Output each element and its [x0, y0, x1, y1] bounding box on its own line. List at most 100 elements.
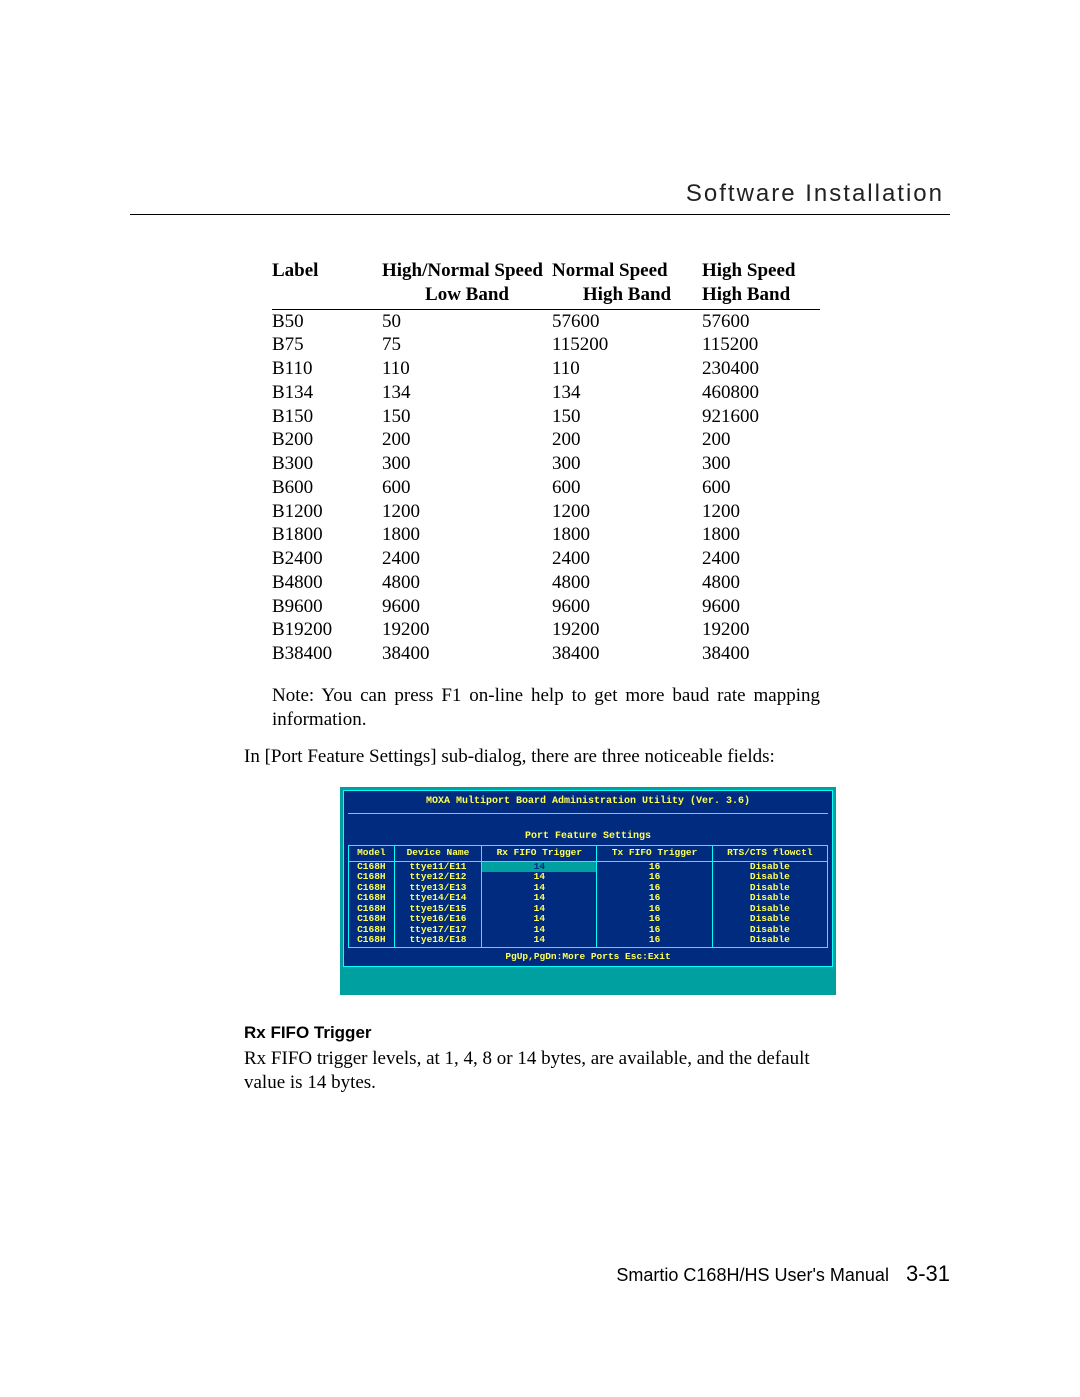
table-cell: B600 — [272, 476, 382, 500]
table-cell: B200 — [272, 428, 382, 452]
table-cell: 300 — [702, 452, 820, 476]
table-row: B134134134460800 — [272, 381, 820, 405]
table-cell: 134 — [552, 381, 702, 405]
table-row: B19200192001920019200 — [272, 618, 820, 642]
table-row: B7575115200115200 — [272, 333, 820, 357]
table-cell: B9600 — [272, 595, 382, 619]
table-cell: B50 — [272, 309, 382, 333]
th-label: Label — [272, 259, 382, 283]
section-rx-fifo-title: Rx FIFO Trigger — [244, 1023, 950, 1043]
baud-rate-table: Label High/Normal Speed Normal Speed Hig… — [272, 259, 820, 666]
table-cell: 57600 — [702, 309, 820, 333]
table-row: B4800480048004800 — [272, 571, 820, 595]
table-cell: B75 — [272, 333, 382, 357]
terminal-row: C168Httye16/E161416Disable — [349, 914, 828, 924]
table-cell: 110 — [382, 357, 552, 381]
table-cell: 75 — [382, 333, 552, 357]
table-cell: 1800 — [382, 523, 552, 547]
footer-manual: Smartio C168H/HS User's Manual — [616, 1265, 889, 1285]
table-cell: B1800 — [272, 523, 382, 547]
note-content: Note: You can press F1 on-line help to g… — [272, 685, 820, 730]
terminal-cell: C168H — [349, 935, 395, 948]
subdialog-intro: In [Port Feature Settings] sub-dialog, t… — [244, 745, 820, 769]
terminal-footer: PgUp,PgDn:More Ports Esc:Exit — [348, 948, 828, 966]
table-cell: B300 — [272, 452, 382, 476]
table-row: B300300300300 — [272, 452, 820, 476]
table-cell: 1200 — [702, 500, 820, 524]
footer-page: 3-31 — [894, 1261, 950, 1286]
table-row: B2400240024002400 — [272, 547, 820, 571]
table-cell: 200 — [702, 428, 820, 452]
table-cell: 2400 — [382, 547, 552, 571]
terminal-cell: 14 — [482, 914, 597, 924]
table-cell: B1200 — [272, 500, 382, 524]
section-rx-fifo-body: Rx FIFO trigger levels, at 1, 4, 8 or 14… — [244, 1047, 820, 1095]
terminal-cell: 14 — [482, 935, 597, 948]
table-row: B1200120012001200 — [272, 500, 820, 524]
terminal-cell: Disable — [712, 935, 827, 948]
table-cell: 115200 — [702, 333, 820, 357]
table-cell: 38400 — [382, 642, 552, 666]
table-row: B110110110230400 — [272, 357, 820, 381]
terminal-cell: ttye18/E18 — [394, 935, 481, 948]
table-cell: 4800 — [382, 571, 552, 595]
table-cell: 134 — [382, 381, 552, 405]
term-th-rx: Rx FIFO Trigger — [482, 846, 597, 862]
terminal-screenshot: MOXA Multiport Board Administration Util… — [340, 787, 836, 995]
table-cell: 2400 — [552, 547, 702, 571]
table-row: B600600600600 — [272, 476, 820, 500]
terminal-title: MOXA Multiport Board Administration Util… — [348, 791, 828, 814]
table-cell: 921600 — [702, 405, 820, 429]
table-row: B200200200200 — [272, 428, 820, 452]
terminal-cell: 16 — [597, 935, 712, 948]
table-cell: 19200 — [702, 618, 820, 642]
term-th-tx: Tx FIFO Trigger — [597, 846, 712, 862]
table-row: B9600960096009600 — [272, 595, 820, 619]
header-rule — [130, 214, 950, 215]
table-cell: 230400 — [702, 357, 820, 381]
table-cell: 9600 — [702, 595, 820, 619]
table-cell: 200 — [552, 428, 702, 452]
table-row: B38400384003840038400 — [272, 642, 820, 666]
table-cell: 600 — [702, 476, 820, 500]
table-cell: 1200 — [552, 500, 702, 524]
th-label-sub — [272, 283, 382, 309]
page-footer: Smartio C168H/HS User's Manual 3-31 — [616, 1261, 950, 1287]
term-th-model: Model — [349, 846, 395, 862]
page-header-title: Software Installation — [130, 180, 950, 208]
table-cell: B38400 — [272, 642, 382, 666]
table-cell: B4800 — [272, 571, 382, 595]
table-cell: B134 — [272, 381, 382, 405]
table-cell: 4800 — [552, 571, 702, 595]
table-cell: 19200 — [382, 618, 552, 642]
table-cell: 9600 — [382, 595, 552, 619]
th-hn-sub: Low Band — [382, 283, 552, 309]
table-cell: 38400 — [702, 642, 820, 666]
table-row: B50505760057600 — [272, 309, 820, 333]
table-cell: 1200 — [382, 500, 552, 524]
table-cell: 1800 — [552, 523, 702, 547]
table-row: B150150150921600 — [272, 405, 820, 429]
note-text: Note: You can press F1 on-line help to g… — [272, 684, 820, 732]
table-cell: 1800 — [702, 523, 820, 547]
terminal-cell: ttye16/E16 — [394, 914, 481, 924]
table-cell: 57600 — [552, 309, 702, 333]
table-cell: 110 — [552, 357, 702, 381]
table-cell: 300 — [382, 452, 552, 476]
table-cell: 460800 — [702, 381, 820, 405]
table-cell: 4800 — [702, 571, 820, 595]
terminal-subtitle: Port Feature Settings — [348, 826, 828, 846]
table-cell: 300 — [552, 452, 702, 476]
th-hn: High/Normal Speed — [382, 259, 552, 283]
table-cell: B110 — [272, 357, 382, 381]
table-cell: 200 — [382, 428, 552, 452]
terminal-cell: Disable — [712, 914, 827, 924]
table-cell: 600 — [552, 476, 702, 500]
th-ns: Normal Speed — [552, 259, 702, 283]
term-th-dev: Device Name — [394, 846, 481, 862]
table-cell: 600 — [382, 476, 552, 500]
table-cell: 150 — [552, 405, 702, 429]
table-cell: 19200 — [552, 618, 702, 642]
terminal-table: Model Device Name Rx FIFO Trigger Tx FIF… — [348, 845, 828, 948]
table-cell: B150 — [272, 405, 382, 429]
